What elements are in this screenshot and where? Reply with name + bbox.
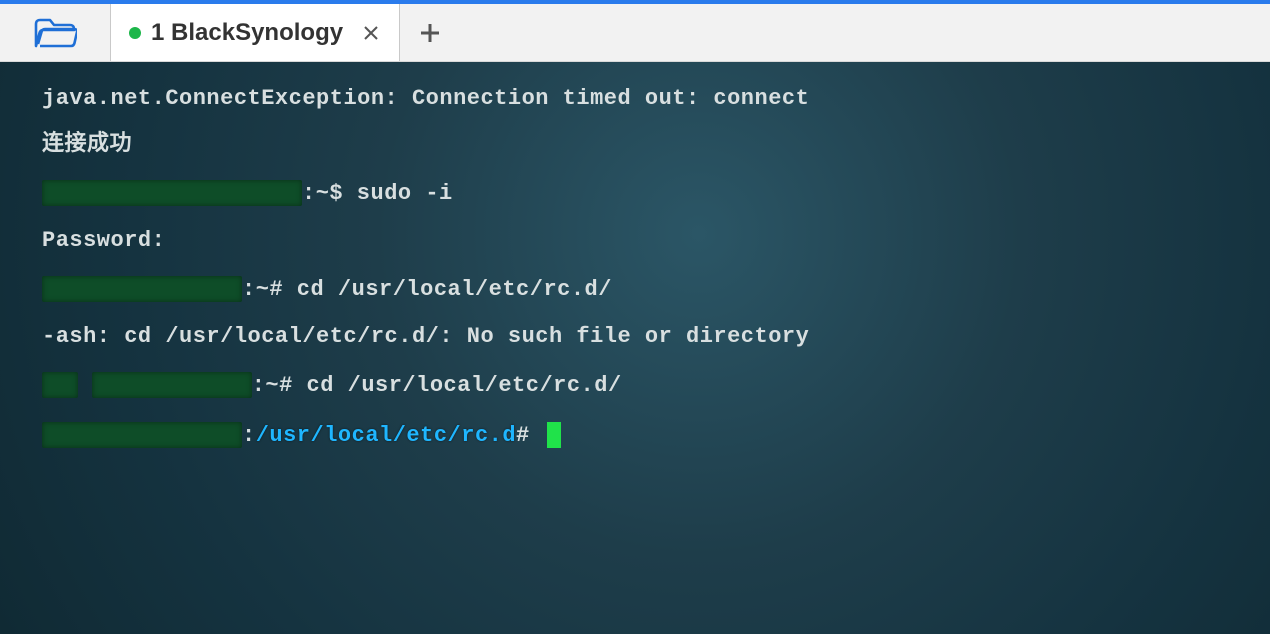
terminal-text: : <box>242 423 256 448</box>
terminal-tab[interactable]: 1 BlackSynology <box>110 4 400 61</box>
terminal-line: :~# cd /usr/local/etc/rc.d/ <box>42 372 1270 398</box>
terminal-cursor <box>547 422 561 448</box>
open-folder-button[interactable] <box>0 4 110 61</box>
terminal-prompt-line: :/usr/local/etc/rc.d# <box>42 422 1270 448</box>
terminal-line: :~$ sudo -i <box>42 180 1270 206</box>
terminal-text: :~# cd /usr/local/etc/rc.d/ <box>242 277 612 302</box>
plus-icon <box>419 22 441 44</box>
terminal-text: # <box>516 423 543 448</box>
terminal-line: java.net.ConnectException: Connection ti… <box>42 88 1270 110</box>
terminal-line: Password: <box>42 230 1270 252</box>
redacted-host <box>42 372 78 398</box>
terminal-pane[interactable]: java.net.ConnectException: Connection ti… <box>0 62 1270 634</box>
redacted-host <box>42 276 242 302</box>
connection-status-dot <box>129 27 141 39</box>
folder-open-icon <box>33 16 77 50</box>
close-tab-button[interactable] <box>361 23 381 43</box>
new-tab-button[interactable] <box>400 4 460 61</box>
terminal-text: :~$ sudo -i <box>302 181 453 206</box>
terminal-line: 连接成功 <box>42 134 1270 156</box>
close-icon <box>363 25 379 41</box>
cwd-path: /usr/local/etc/rc.d <box>256 423 516 448</box>
redacted-host <box>92 372 252 398</box>
redacted-host <box>42 180 302 206</box>
tab-bar: 1 BlackSynology <box>0 0 1270 62</box>
terminal-text: :~# cd /usr/local/etc/rc.d/ <box>252 373 622 398</box>
redacted-host <box>42 422 242 448</box>
terminal-line: -ash: cd /usr/local/etc/rc.d/: No such f… <box>42 326 1270 348</box>
terminal-line: :~# cd /usr/local/etc/rc.d/ <box>42 276 1270 302</box>
tab-label: 1 BlackSynology <box>151 19 343 47</box>
